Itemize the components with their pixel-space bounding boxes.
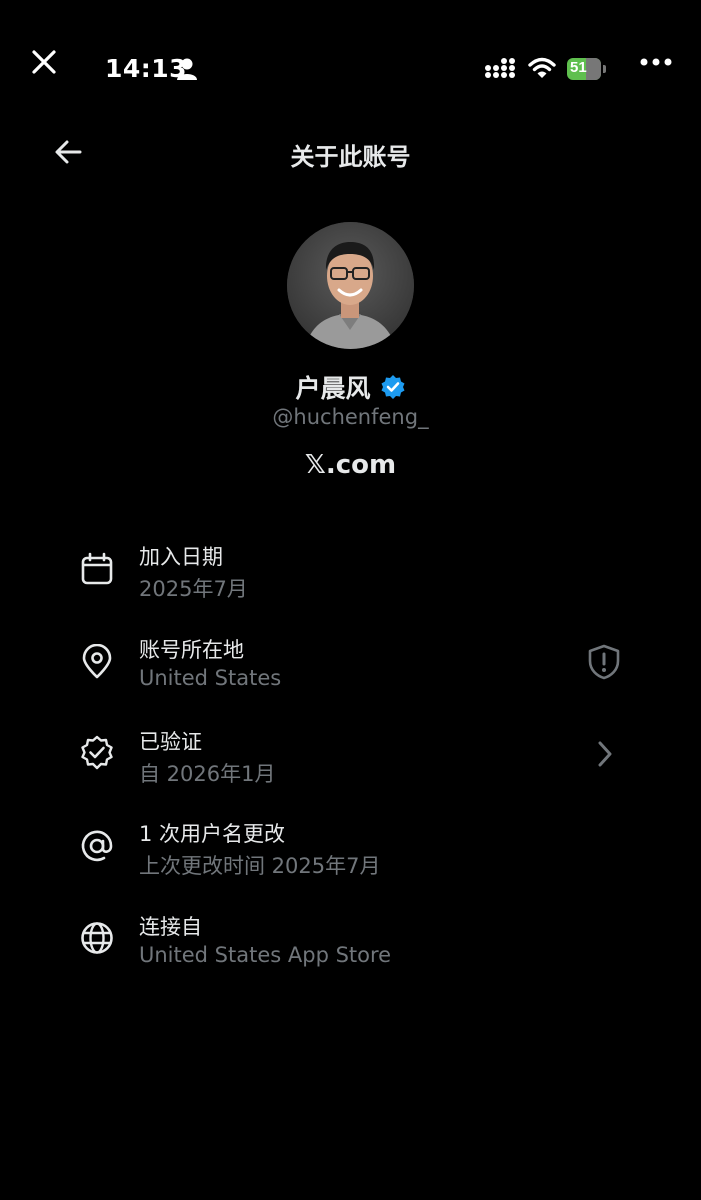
close-icon[interactable]: [28, 46, 60, 78]
person-icon: [177, 58, 197, 80]
row-subtitle: United States App Store: [139, 943, 392, 967]
chevron-right-icon[interactable]: [594, 739, 616, 769]
calendar-icon: [81, 552, 113, 585]
row-subtitle: United States: [139, 666, 282, 690]
connected-via-row: 连接自 United States App Store: [0, 908, 701, 988]
globe-icon: [81, 922, 113, 954]
source-site: 𝕏.com: [304, 450, 397, 480]
page-title: 关于此账号: [290, 143, 411, 171]
verified-row[interactable]: 已验证 自 2026年1月: [0, 723, 701, 803]
signal-icon: [485, 58, 515, 78]
row-subtitle: 上次更改时间 2025年7月: [139, 854, 381, 878]
wifi-icon: [528, 57, 556, 78]
avatar[interactable]: [287, 222, 414, 349]
row-title: 账号所在地: [139, 638, 244, 662]
at-sign-icon: [81, 830, 113, 862]
status-bar: 14:13 51: [0, 0, 701, 130]
verified-badge-icon: [381, 375, 405, 399]
name-row: 户晨风: [0, 369, 701, 405]
avatar-photo: [287, 222, 414, 349]
row-subtitle: 自 2026年1月: [139, 762, 276, 786]
display-name: 户晨风: [295, 374, 371, 403]
row-title: 已验证: [139, 730, 202, 754]
shield-alert-icon[interactable]: [586, 643, 622, 681]
row-subtitle: 2025年7月: [139, 577, 248, 601]
row-title: 连接自: [139, 915, 202, 939]
username-changes-row: 1 次用户名更改 上次更改时间 2025年7月: [0, 815, 701, 895]
row-title: 加入日期: [139, 545, 223, 569]
more-icon[interactable]: [640, 55, 672, 69]
row-title: 1 次用户名更改: [139, 822, 286, 846]
verified-badge-icon: [81, 735, 113, 770]
location-pin-icon: [82, 644, 112, 679]
battery-level: 51: [570, 59, 587, 76]
battery-icon: 51: [567, 58, 611, 80]
joined-date-row: 加入日期 2025年7月: [0, 538, 701, 618]
about-account-screen: 14:13 51 关于此账号 户晨风 @huchenfeng_ 𝕏.com 加入…: [0, 0, 701, 1200]
status-time: 14:13: [105, 54, 188, 83]
handle: @huchenfeng_: [272, 405, 429, 429]
account-location-row: 账号所在地 United States: [0, 631, 701, 711]
